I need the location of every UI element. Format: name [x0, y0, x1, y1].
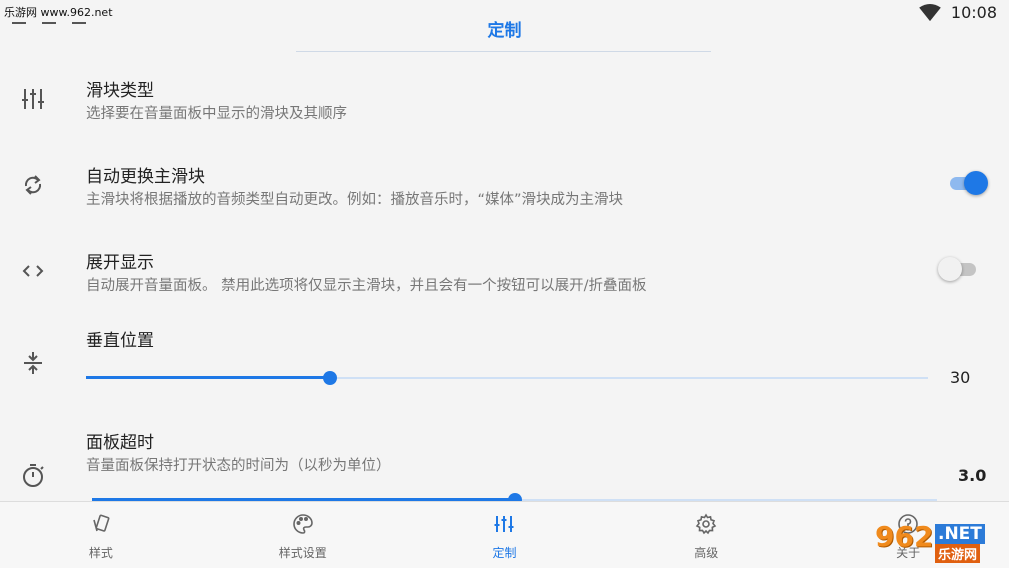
vertical-align-center-icon [20, 350, 46, 376]
setting-label: 自动更换主滑块 [86, 167, 205, 187]
vertical-position-slider[interactable] [86, 368, 928, 388]
style-icon [90, 513, 112, 544]
code-icon [20, 258, 46, 284]
tune-icon [493, 513, 515, 544]
setting-auto-switch[interactable]: 自动更换主滑块 主滑块将根据播放的音频类型自动更改。例如：播放音乐时，“媒体”滑… [0, 158, 1009, 218]
nav-style-settings[interactable]: 样式设置 [202, 502, 404, 568]
palette-icon [292, 513, 314, 544]
setting-label: 展开显示 [86, 253, 154, 273]
setting-expanded[interactable]: 展开显示 自动展开音量面板。 禁用此选项将仅显示主滑块，并且会有一个按钮可以展开… [0, 244, 1009, 304]
nav-customize[interactable]: 定制 [404, 502, 606, 568]
title-divider [296, 51, 711, 52]
setting-description: 音量面板保持打开状态的时间为（以秒为单位） [86, 458, 391, 474]
nav-style[interactable]: 样式 [0, 502, 202, 568]
sync-icon [20, 172, 46, 198]
nav-label: 定制 [492, 546, 517, 560]
expanded-toggle[interactable] [938, 256, 980, 282]
setting-panel-timeout: 面板超时 音量面板保持打开状态的时间为（以秒为单位） 3.0 [0, 424, 1009, 507]
setting-description: 自动展开音量面板。 禁用此选项将仅显示主滑块，并且会有一个按钮可以展开/折叠面板 [86, 278, 647, 294]
bottom-navigation: 样式 样式设置 定制 高级 关于 [0, 501, 1009, 568]
page-title: 定制 [487, 21, 522, 41]
setting-slider-types[interactable]: 滑块类型 选择要在音量面板中显示的滑块及其顺序 [0, 72, 1009, 132]
nav-label: 样式 [88, 546, 113, 560]
vertical-position-value: 30 [950, 368, 971, 387]
nav-label: 高级 [694, 546, 719, 560]
watermark-text: 乐游网 www.962.net [4, 6, 113, 19]
panel-timeout-value: 3.0 [958, 466, 987, 485]
gear-icon [695, 513, 717, 544]
setting-description: 主滑块将根据播放的音频类型自动更改。例如：播放音乐时，“媒体”滑块成为主滑块 [86, 192, 624, 208]
setting-vertical-position: 垂直位置 30 [0, 322, 1009, 400]
timer-icon [20, 462, 46, 488]
setting-label: 滑块类型 [86, 81, 154, 101]
auto-switch-toggle[interactable] [948, 170, 988, 196]
slider-thumb[interactable] [323, 371, 338, 385]
nav-advanced[interactable]: 高级 [605, 502, 807, 568]
watermark-logo: 962 .NET 乐游网 [875, 520, 1003, 564]
setting-label: 面板超时 [86, 433, 154, 453]
setting-description: 选择要在音量面板中显示的滑块及其顺序 [86, 106, 347, 122]
sliders-icon [20, 86, 46, 112]
setting-label: 垂直位置 [86, 331, 154, 351]
nav-label: 样式设置 [278, 546, 327, 560]
